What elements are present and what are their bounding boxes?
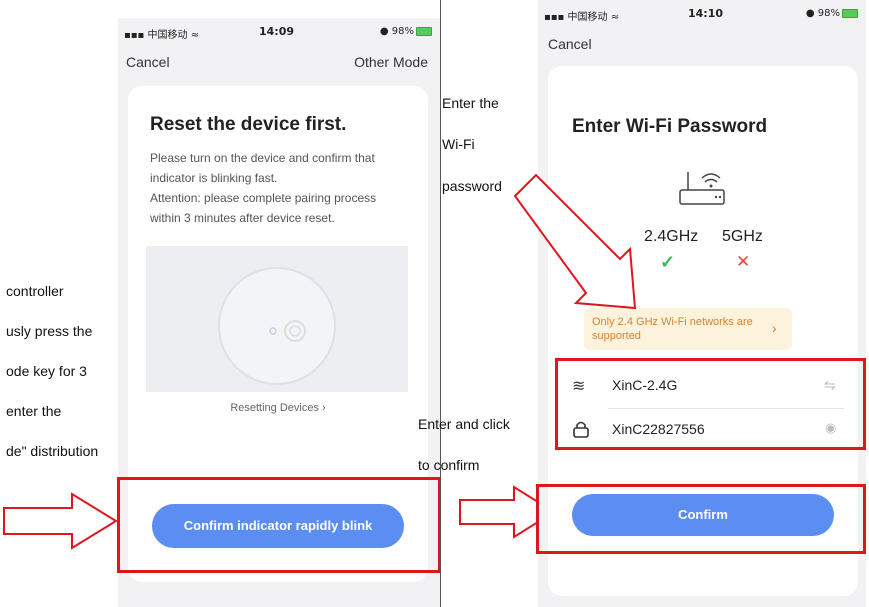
pointer-arrow-diagonal <box>513 173 637 310</box>
alarm-icon: ● <box>805 8 815 19</box>
annotation-enter-wifi-2: Wi-Fi <box>442 136 475 152</box>
carrier-label: 中国移动 <box>567 12 608 23</box>
page-title: Enter Wi-Fi Password <box>572 116 768 137</box>
status-bar: ▪▪▪ 中国移动 ≈ 14:10 ● 98% <box>538 0 866 24</box>
other-mode-button[interactable]: Other Mode <box>354 54 428 70</box>
device-illustration <box>146 246 408 392</box>
cancel-button[interactable]: Cancel <box>548 36 592 52</box>
wifi-icon: ≈ <box>610 12 620 23</box>
device-icon <box>218 267 336 385</box>
clock: 14:09 <box>259 25 295 38</box>
alarm-icon: ● <box>379 26 389 37</box>
divider <box>440 0 441 607</box>
wifi-icon: ≈ <box>190 30 200 41</box>
annotation-line-4: enter the <box>6 403 62 419</box>
cross-icon: ✕ <box>736 252 751 271</box>
annotation-line-3: ode key for 3 <box>6 363 87 379</box>
page-title: Reset the device first. <box>150 114 347 135</box>
highlight-box-confirm-left <box>117 477 441 573</box>
status-bar: ▪▪▪ 中国移动 ≈ 14:09 ● 98% <box>118 18 440 42</box>
annotation-enter-wifi-1: Enter the <box>442 95 499 111</box>
clock: 14:10 <box>688 7 724 20</box>
annotation-line-1: controller <box>6 283 64 299</box>
annotation-enter-click-1: Enter and click <box>418 416 510 432</box>
cancel-button[interactable]: Cancel <box>126 54 170 70</box>
battery-icon <box>416 26 432 36</box>
battery-indicator: ● 98% <box>806 8 858 19</box>
resetting-devices-link[interactable]: Resetting Devices › <box>128 402 428 414</box>
carrier-label: 中国移动 <box>147 30 188 41</box>
warning-text: Only 2.4 GHz Wi-Fi networks are supporte… <box>592 316 753 342</box>
highlight-box-confirm-right <box>536 484 866 554</box>
annotation-line-2: usly press the <box>6 323 93 339</box>
highlight-box-credentials <box>555 358 866 450</box>
annotation-enter-wifi-3: password <box>442 178 502 194</box>
pointer-arrow-left <box>3 492 118 550</box>
chevron-right-icon: › <box>772 320 777 336</box>
battery-indicator: ● 98% <box>380 26 432 37</box>
battery-icon <box>842 8 858 18</box>
annotation-enter-click-2: to confirm <box>418 457 480 473</box>
instructions: Please turn on the device and confirm th… <box>150 151 377 225</box>
router-icon <box>679 172 725 205</box>
check-icon: ✓ <box>660 252 676 272</box>
band-5ghz-label: 5GHz <box>722 228 763 245</box>
annotation-line-5: de" distribution <box>6 443 99 459</box>
band-24ghz-label: 2.4GHz <box>644 228 699 245</box>
